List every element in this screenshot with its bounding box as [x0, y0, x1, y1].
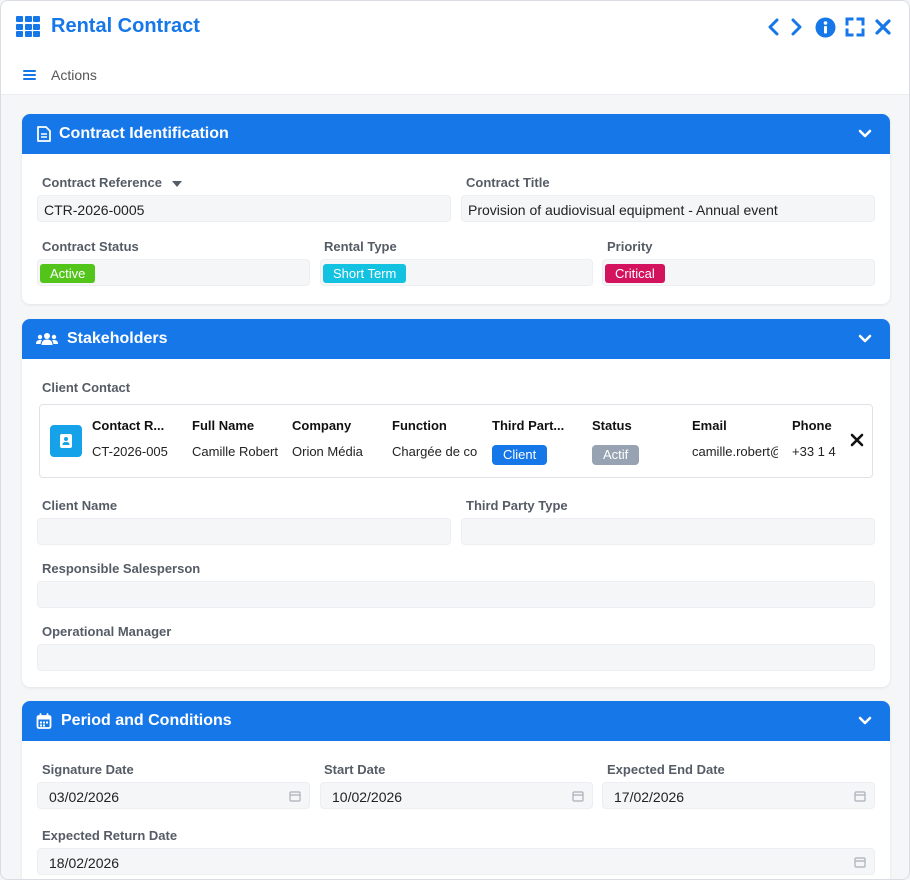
salesperson-field[interactable]: [37, 581, 875, 608]
column-header-company: Company: [292, 418, 352, 433]
expected-return-date-field[interactable]: 18/02/2026: [37, 848, 875, 875]
calendar-icon[interactable]: [572, 790, 584, 802]
expected-return-date-label: Expected Return Date: [42, 828, 178, 843]
contract-status-field[interactable]: Active: [37, 259, 310, 286]
start-date-value: 10/02/2026: [332, 789, 403, 805]
column-header-third-party: Third Part...: [492, 418, 565, 433]
column-header-phone: Phone: [792, 418, 832, 433]
contact-function: Chargée de communication: [392, 444, 478, 459]
period-conditions-header[interactable]: Period and Conditions: [22, 701, 890, 741]
priority-badge: Critical: [605, 264, 665, 283]
contact-ref: CT-2026-005: [92, 444, 168, 459]
contact-name: Camille Robert: [192, 444, 278, 459]
document-icon: [37, 126, 51, 142]
rental-contract-window: Rental Contract Actions Contract Identif…: [0, 0, 910, 880]
caret-down-icon[interactable]: [171, 180, 182, 187]
calendar-icon: [36, 713, 52, 729]
chevron-down-icon[interactable]: [858, 714, 872, 728]
expand-icon[interactable]: [844, 15, 866, 39]
close-icon[interactable]: [872, 15, 894, 39]
column-header-email: Email: [692, 418, 727, 433]
contract-reference-label: Contract Reference: [42, 175, 182, 190]
operational-manager-field[interactable]: [37, 644, 875, 671]
contact-email: camille.robert@orion-media.fr: [692, 444, 778, 459]
info-icon[interactable]: [814, 15, 836, 39]
title-bar: Rental Contract: [1, 1, 909, 53]
chevron-down-icon[interactable]: [858, 332, 872, 346]
column-header-ref: Contact R...: [92, 418, 165, 433]
contact-company: Orion Média: [292, 444, 363, 459]
rental-type-label: Rental Type: [324, 239, 397, 254]
chevron-right-icon[interactable]: [786, 15, 808, 39]
column-header-name: Full Name: [192, 418, 255, 433]
expected-end-date-field[interactable]: 17/02/2026: [602, 782, 875, 809]
rental-type-field[interactable]: Short Term: [320, 259, 593, 286]
users-icon: [36, 333, 58, 345]
third-party-type-field[interactable]: [461, 518, 875, 545]
calendar-icon[interactable]: [854, 856, 866, 868]
grid-icon[interactable]: [16, 16, 40, 38]
contract-identification-section: Contract Identification Contract Referen…: [22, 114, 890, 304]
rental-type-badge: Short Term: [323, 264, 407, 283]
actions-bar: Actions: [1, 53, 909, 95]
stakeholders-header[interactable]: Stakeholders: [22, 319, 890, 359]
contract-title-field[interactable]: Provision of audiovisual equipment - Ann…: [461, 195, 875, 222]
contact-phone: +33 1 45: [792, 444, 836, 459]
contract-status-label: Contract Status: [42, 239, 139, 254]
salesperson-label: Responsible Salesperson: [42, 561, 201, 576]
period-conditions-section: Period and Conditions Signature Date 03/…: [22, 701, 890, 879]
start-date-label: Start Date: [324, 762, 386, 777]
expected-end-date-value: 17/02/2026: [614, 789, 685, 805]
expected-end-date-label: Expected End Date: [607, 762, 725, 777]
contract-identification-header[interactable]: Contract Identification: [22, 114, 890, 154]
actions-menu[interactable]: Actions: [51, 67, 97, 83]
contract-title-label: Contract Title: [466, 175, 550, 190]
column-header-function: Function: [392, 418, 447, 433]
column-header-status: Status: [592, 418, 632, 433]
client-contact-card[interactable]: Contact R... Full Name Company Function …: [39, 404, 873, 478]
remove-contact-icon[interactable]: [850, 433, 864, 447]
signature-date-label: Signature Date: [42, 762, 134, 777]
window-title: Rental Contract: [51, 15, 200, 37]
client-name-field[interactable]: [37, 518, 451, 545]
chevron-left-icon[interactable]: [762, 15, 784, 39]
calendar-icon[interactable]: [854, 790, 866, 802]
client-contact-label: Client Contact: [42, 380, 131, 395]
contact-card-icon: [50, 425, 82, 457]
third-party-type-label: Third Party Type: [466, 498, 568, 513]
priority-field[interactable]: Critical: [602, 259, 875, 286]
calendar-icon[interactable]: [289, 790, 301, 802]
signature-date-field[interactable]: 03/02/2026: [37, 782, 310, 809]
status-badge: Active: [40, 264, 96, 283]
contact-status-badge: Actif: [592, 445, 640, 465]
section-title: Contract Identification: [59, 125, 229, 142]
third-party-badge: Client: [492, 445, 548, 465]
operational-manager-label: Operational Manager: [42, 624, 172, 639]
contract-reference-field[interactable]: CTR-2026-0005: [37, 195, 451, 222]
client-name-label: Client Name: [42, 498, 118, 513]
priority-label: Priority: [607, 239, 653, 254]
start-date-field[interactable]: 10/02/2026: [320, 782, 593, 809]
stakeholders-section: Stakeholders Client Contact Contact R...…: [22, 319, 890, 687]
hamburger-icon[interactable]: [23, 70, 36, 80]
signature-date-value: 03/02/2026: [49, 789, 120, 805]
expected-return-date-value: 18/02/2026: [49, 855, 120, 871]
section-title: Stakeholders: [67, 330, 168, 347]
chevron-down-icon[interactable]: [858, 127, 872, 141]
section-title: Period and Conditions: [61, 712, 232, 729]
